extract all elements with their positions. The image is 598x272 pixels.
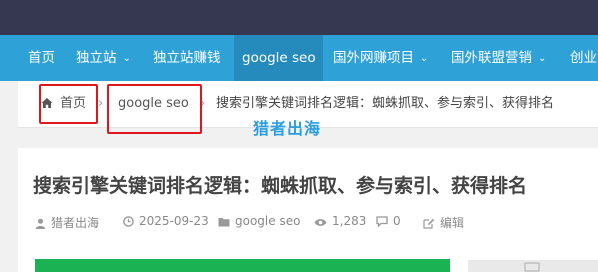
nav-item-independent-site[interactable]: 独立站 ⌄	[68, 35, 139, 81]
main-nav: 首页 独立站 ⌄ 独立站赚钱 google seo 国外网赚项目 ⌄ 国外联盟营销 ⌄…	[0, 35, 598, 81]
meta-edit-label: 编辑	[440, 216, 465, 230]
nav-item-label: 创业	[570, 50, 597, 66]
article-card: 搜索引擎关键词排名逻辑：蜘蛛抓取、参与索引、获得排名 猎者出海 2025-09-…	[18, 148, 598, 272]
chevron-down-icon: ⌄	[420, 53, 429, 64]
clock-icon	[123, 216, 134, 227]
folder-icon	[218, 218, 230, 227]
meta-category-name: google seo	[235, 214, 301, 228]
meta-views-count: 1,283	[332, 214, 367, 228]
nav-item-home[interactable]: 首页	[20, 35, 63, 81]
meta-date: 2025-09-23	[123, 214, 209, 228]
meta-comments-count: 0	[393, 214, 401, 228]
article-banner-green	[35, 259, 450, 272]
nav-item-google-seo[interactable]: google seo	[234, 35, 323, 81]
meta-edit-link[interactable]: 编辑	[423, 214, 464, 231]
watermark-text: 猎者出海	[253, 119, 322, 138]
highlight-box-home	[39, 84, 98, 124]
comment-icon	[376, 216, 388, 228]
breadcrumb-separator: ›	[98, 96, 104, 111]
chevron-down-icon: ⌄	[122, 53, 131, 64]
meta-author[interactable]: 猎者出海	[35, 214, 99, 231]
article-side-box	[468, 260, 598, 272]
nav-item-overseas-projects[interactable]: 国外网赚项目 ⌄	[325, 35, 436, 81]
nav-item-label: 独立站赚钱	[153, 50, 221, 66]
meta-views: 1,283	[314, 214, 366, 228]
meta-category[interactable]: google seo	[218, 214, 300, 228]
nav-item-label: 国外联盟营销	[451, 50, 532, 66]
nav-item-label: 首页	[28, 50, 55, 66]
nav-item-startup[interactable]: 创业	[562, 35, 598, 81]
placeholder-icon	[524, 262, 540, 272]
nav-item-label: google seo	[242, 50, 316, 66]
edit-icon	[423, 218, 435, 229]
chevron-down-icon: ⌄	[538, 53, 547, 64]
site-header-bar	[0, 0, 598, 35]
nav-item-label: 独立站	[76, 50, 117, 66]
eye-icon	[314, 219, 327, 226]
highlight-box-category	[107, 84, 202, 134]
meta-comments[interactable]: 0	[376, 214, 401, 228]
article-title: 搜索引擎关键词排名逻辑：蜘蛛抓取、参与索引、获得排名	[33, 175, 528, 197]
nav-item-site-earning[interactable]: 独立站赚钱	[145, 35, 229, 81]
meta-date-value: 2025-09-23	[139, 214, 209, 228]
user-icon	[35, 218, 46, 229]
meta-author-name: 猎者出海	[51, 216, 100, 230]
nav-item-affiliate-marketing[interactable]: 国外联盟营销 ⌄	[443, 35, 554, 81]
nav-item-label: 国外网赚项目	[333, 50, 414, 66]
